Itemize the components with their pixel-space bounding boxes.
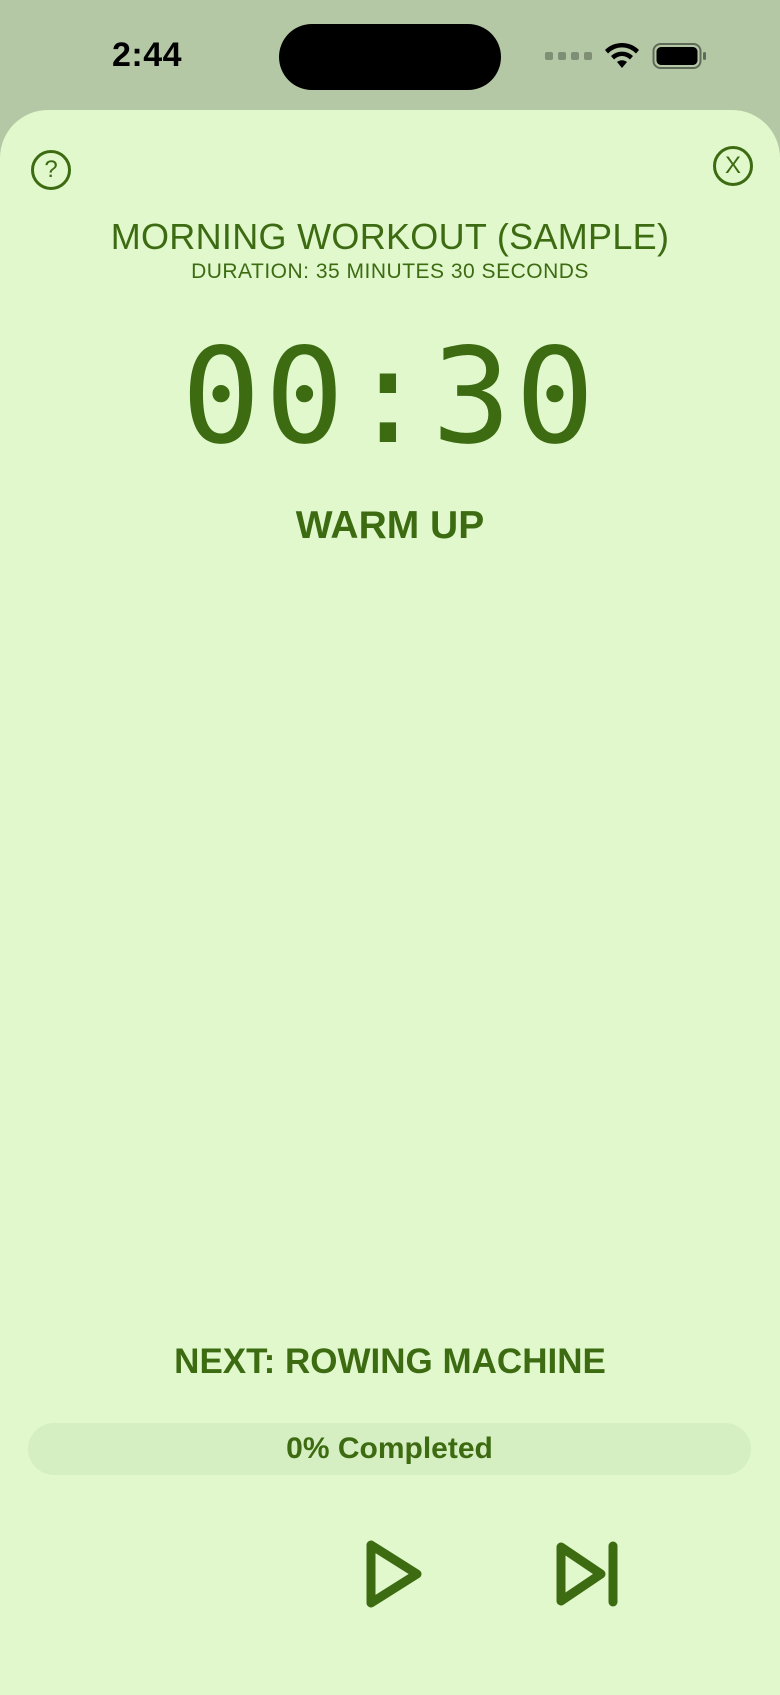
workout-title: MORNING WORKOUT (SAMPLE) (110, 216, 670, 257)
progress-label: 0% Completed (286, 1432, 493, 1465)
battery-icon (652, 43, 706, 69)
play-icon (366, 1540, 422, 1608)
help-button[interactable]: ? (31, 150, 71, 190)
close-button[interactable]: X (713, 146, 753, 186)
status-time: 2:44 (112, 36, 183, 74)
countdown-timer: 00:30 (181, 320, 599, 474)
skip-next-button[interactable] (548, 1534, 628, 1614)
current-exercise: WARM UP (295, 504, 485, 547)
wifi-icon (605, 42, 639, 68)
workout-duration: DURATION: 35 MINUTES 30 SECONDS (191, 260, 589, 283)
progress-bar: 0% Completed (28, 1423, 751, 1475)
dynamic-island (279, 24, 501, 90)
workout-sheet: ? X MORNING WORKOUT (SAMPLE) DURATION: 3… (0, 110, 780, 1695)
help-icon: ? (44, 156, 58, 183)
play-button[interactable] (353, 1534, 433, 1614)
signal-icon (545, 52, 592, 60)
app-screen: 2:44 ? X MORNING WORKOUT (SAMPLE) DURATI… (0, 0, 780, 1695)
close-icon: X (724, 152, 741, 179)
status-icons (545, 42, 708, 70)
skip-next-icon (556, 1541, 618, 1607)
next-exercise: NEXT: ROWING MACHINE (174, 1342, 606, 1381)
